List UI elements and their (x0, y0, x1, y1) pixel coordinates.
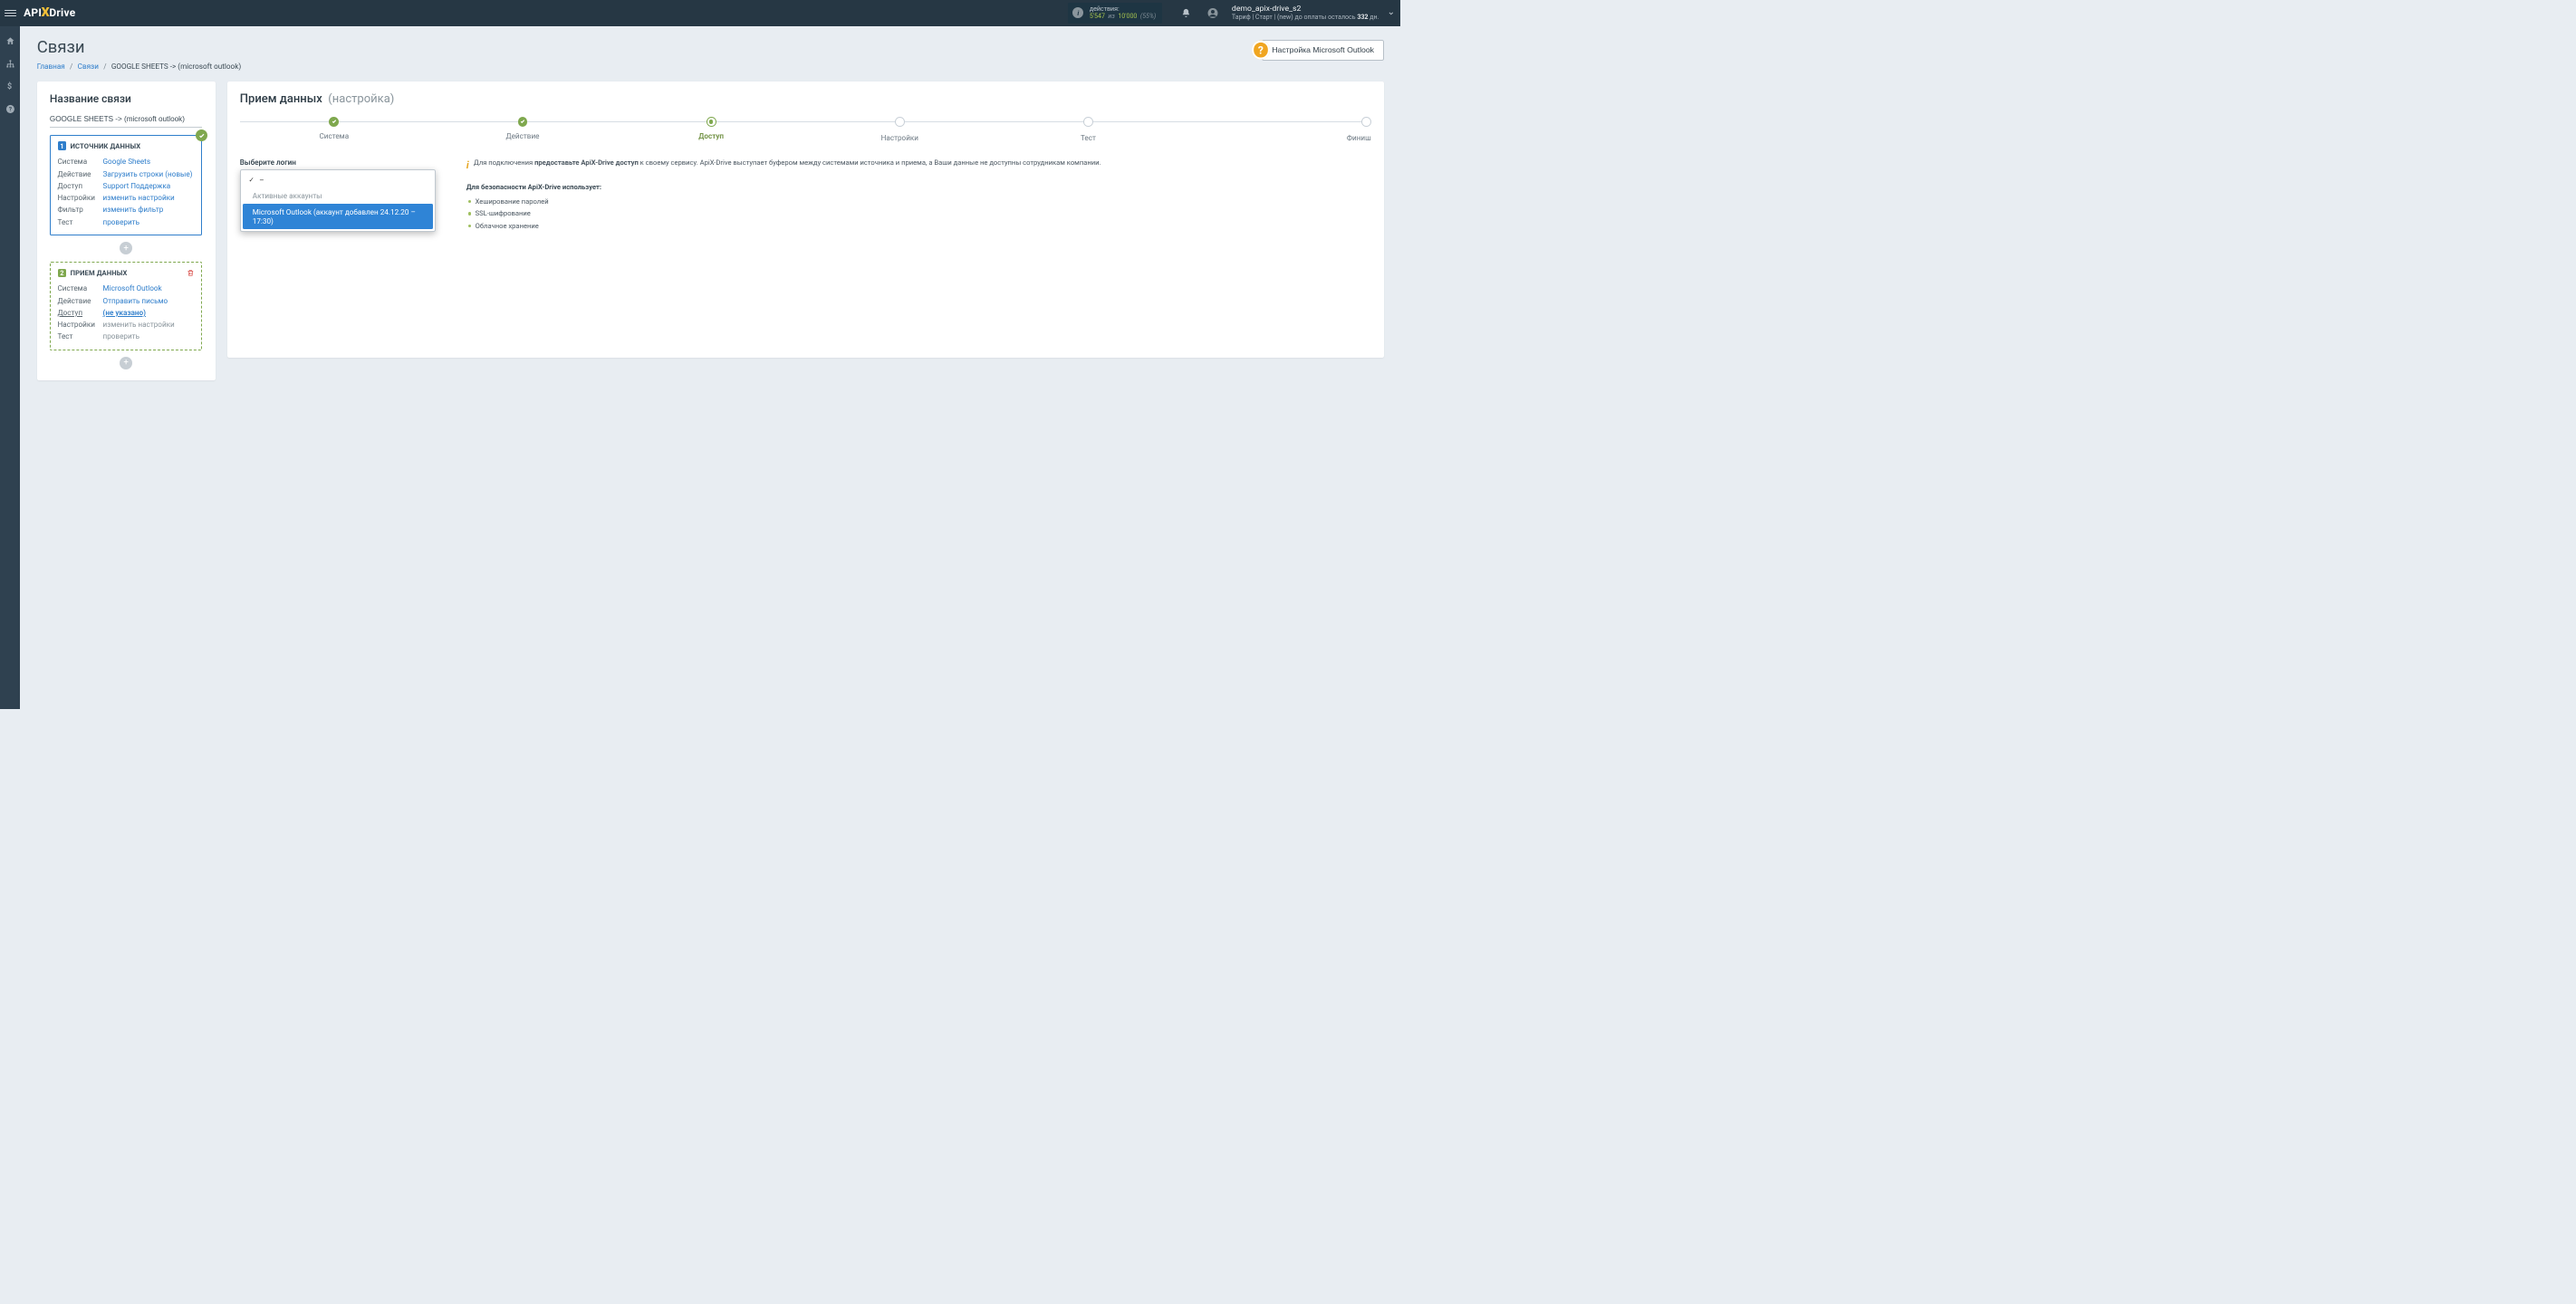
source-card: 1 ИСТОЧНИК ДАННЫХ СистемаGoogle Sheets Д… (50, 135, 203, 235)
step-test[interactable]: Тест (994, 117, 1182, 142)
info-icon: i (466, 158, 469, 173)
svg-text:?: ? (9, 105, 12, 112)
dest-access-link[interactable]: (не указано) (103, 308, 146, 317)
breadcrumb-links[interactable]: Связи (78, 62, 99, 71)
link-name-heading: Название связи (50, 92, 203, 105)
settings-outlook-button[interactable]: Настройка Microsoft Outlook (1262, 40, 1383, 61)
source-system-link[interactable]: Google Sheets (103, 157, 151, 166)
logo[interactable]: API X Drive (24, 5, 75, 20)
step-access[interactable]: Доступ (617, 117, 805, 140)
source-test-link[interactable]: проверить (103, 217, 140, 226)
breadcrumb: Главная / Связи / GOOGLE SHEETS -> (micr… (37, 62, 241, 71)
svg-text:$: $ (7, 82, 12, 91)
login-option-group: Активные аккаунты (243, 188, 433, 205)
source-access-link[interactable]: Support Поддержка (103, 181, 171, 190)
dest-test-text: проверить (103, 331, 140, 340)
breadcrumb-current: GOOGLE SHEETS -> (microsoft outlook) (111, 62, 241, 71)
login-select-label: Выберите логин (240, 158, 447, 167)
step-number-badge: 1 (58, 141, 67, 150)
tariff-line: Тариф | Старт | (new) до оплаты осталось… (1232, 14, 1379, 22)
dest-settings-text: изменить настройки (103, 320, 175, 329)
actions-usage-badge[interactable]: i действия: 5'547 из 10'000 (55%) (1068, 3, 1162, 23)
logo-x-icon: X (42, 5, 50, 20)
step-finish[interactable]: Финиш (1183, 117, 1371, 142)
step-action[interactable]: Действие (428, 117, 617, 140)
link-details-panel: Название связи 1 ИСТОЧНИК ДАННЫХ Система… (37, 82, 216, 380)
notifications-icon[interactable] (1180, 7, 1191, 18)
security-bullet: SSL-шифрование (476, 207, 1371, 220)
topbar: API X Drive i действия: 5'547 из 10'000 … (0, 0, 1400, 26)
logo-text-suffix: Drive (49, 6, 75, 19)
trash-icon[interactable] (187, 269, 195, 277)
step-settings[interactable]: Настройки (805, 117, 994, 142)
security-heading: Для безопасности ApiX-Drive использует: (466, 182, 1371, 192)
security-bullet: Облачное хранение (476, 220, 1371, 233)
dest-action-link[interactable]: Отправить письмо (103, 296, 168, 305)
step-number-badge: 2 (58, 269, 67, 278)
sidenav: $ ? (0, 26, 20, 709)
login-option-outlook[interactable]: Microsoft Outlook (аккаунт добавлен 24.1… (243, 204, 433, 229)
nav-billing-icon[interactable]: $ (0, 76, 20, 96)
source-settings-link[interactable]: изменить настройки (103, 193, 175, 202)
nav-connections-icon[interactable] (0, 53, 20, 73)
info-column: i Для подключения предоставьте ApiX-Driv… (466, 158, 1371, 233)
menu-toggle-icon[interactable] (5, 7, 16, 19)
source-action-link[interactable]: Загрузить строки (новые) (103, 169, 193, 178)
receive-config-panel: Прием данных (настройка) Система Действи… (227, 82, 1384, 357)
user-avatar-icon (1207, 7, 1218, 18)
dest-system-link[interactable]: Microsoft Outlook (103, 283, 162, 292)
add-between-button[interactable]: + (120, 242, 132, 254)
check-icon (196, 129, 207, 141)
security-bullet: Хеширование паролей (476, 195, 1371, 207)
source-card-title: ИСТОЧНИК ДАННЫХ (71, 142, 141, 150)
source-filter-link[interactable]: изменить фильтр (103, 205, 164, 214)
destination-card-title: ПРИЕМ ДАННЫХ (71, 269, 128, 277)
user-menu[interactable]: demo_apix-drive_s2 Тариф | Старт | (new)… (1199, 5, 1379, 23)
add-after-button[interactable]: + (120, 357, 132, 369)
content: Связи Главная / Связи / GOOGLE SHEETS ->… (20, 26, 1400, 709)
chevron-down-icon[interactable] (1387, 9, 1396, 18)
actions-total: 10'000 (1118, 12, 1137, 20)
breadcrumb-home[interactable]: Главная (37, 62, 65, 71)
receive-heading: Прием данных (настройка) (240, 92, 1371, 106)
nav-home-icon[interactable] (0, 31, 20, 51)
nav-help-icon[interactable]: ? (0, 99, 20, 119)
login-option-none[interactable]: – (243, 172, 433, 188)
link-name-input[interactable] (50, 112, 203, 129)
destination-card: 2 ПРИЕМ ДАННЫХ СистемаMicrosoft Outlook … (50, 262, 203, 350)
help-bubble-icon[interactable]: ? (1252, 41, 1271, 60)
login-select-menu: – Активные аккаунты Microsoft Outlook (а… (240, 169, 436, 232)
actions-current: 5'547 (1090, 12, 1105, 20)
page-title: Связи (37, 37, 241, 57)
stepper: Система Действие Доступ Настройки (240, 117, 1371, 142)
step-system[interactable]: Система (240, 117, 428, 140)
logo-text-prefix: API (24, 6, 42, 19)
info-icon: i (1072, 7, 1083, 18)
